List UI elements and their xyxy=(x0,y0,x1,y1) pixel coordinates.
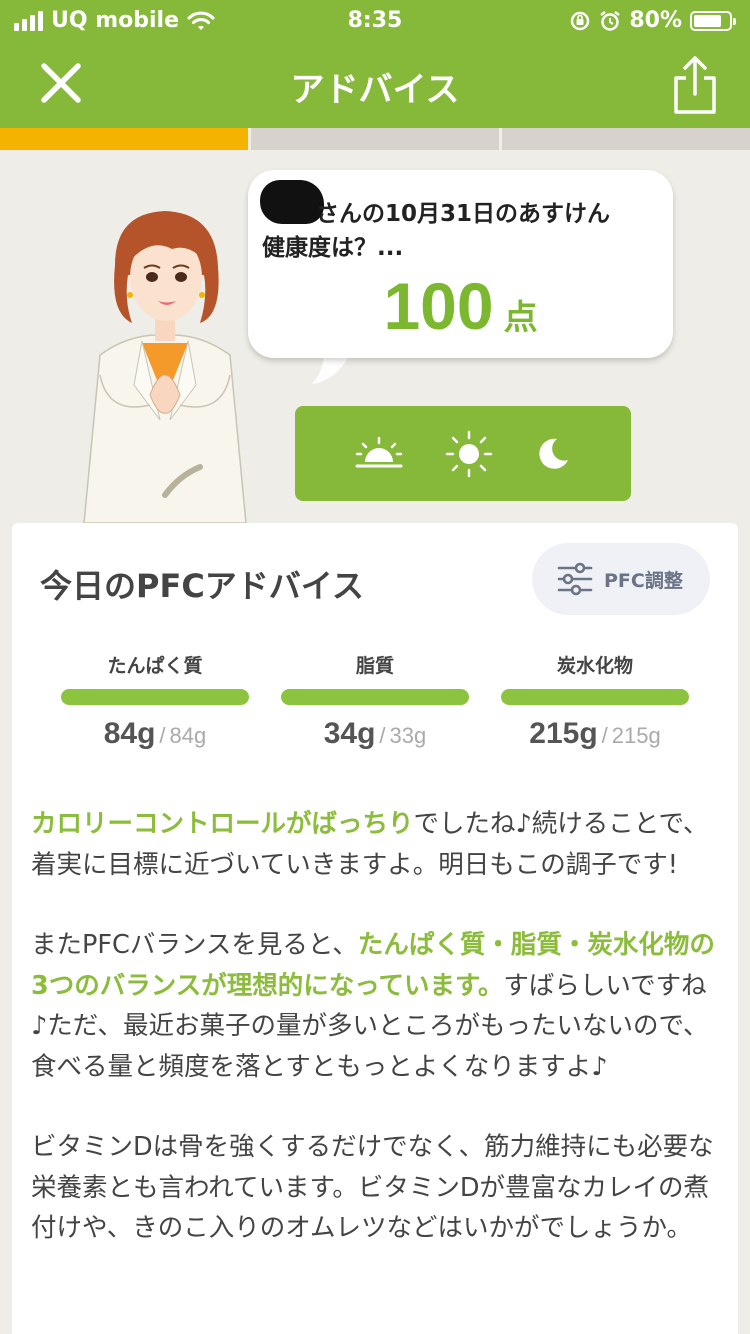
alarm-icon xyxy=(600,10,621,31)
bubble-line-1: さんの10月31日のあすけん xyxy=(316,201,611,227)
nutrient-target: 84g xyxy=(169,723,207,748)
progress-segment xyxy=(0,128,248,150)
nutrient-separator: / xyxy=(159,723,166,748)
advice-text-span: またPFCバランスを見ると、 xyxy=(31,930,358,960)
nutrient-bar-fill xyxy=(61,689,249,705)
nutrient-bar xyxy=(501,689,689,705)
page-title: アドバイス xyxy=(290,70,460,110)
share-icon xyxy=(674,56,716,114)
nutrient-separator: / xyxy=(379,723,386,748)
nutrient-value: 215g xyxy=(529,717,598,750)
status-right: 80% xyxy=(569,8,736,33)
nutrient-values: 34g/33g xyxy=(281,717,469,751)
status-bar: UQ mobile 8:35 80% xyxy=(0,0,750,40)
nutrient-value: 34g xyxy=(323,717,376,750)
battery-percent: 80% xyxy=(629,8,682,33)
advice-paragraph: ビタミンDは骨を強くするだけでなく、筋力維持にも必要な栄養素とも言われています。… xyxy=(31,1132,714,1243)
redacted-name xyxy=(260,180,324,224)
nutrient-label: 脂質 xyxy=(355,655,394,677)
card-title: 今日のPFCアドバイス xyxy=(40,567,364,605)
nutrient-target: 215g xyxy=(611,723,661,748)
rotation-lock-icon xyxy=(571,11,590,30)
advice-paragraph: またPFCバランスを見ると、たんぱく質・脂質・炭水化物の3つのバランスが理想的に… xyxy=(31,925,721,1087)
advisor-illustration xyxy=(83,211,247,523)
step-progress xyxy=(0,128,750,150)
nutrient-carbs: 炭水化物 215g/215g xyxy=(501,651,689,751)
time-of-day-panel xyxy=(295,406,631,501)
nutrient-summary: たんぱく質 84g/84g 脂質 34g/33g 炭水化物 215g/215g xyxy=(12,651,738,761)
battery-level xyxy=(694,14,722,27)
progress-segment xyxy=(502,128,750,150)
score-bubble: さんの10月31日のあすけん 健康度は？... 100 点 xyxy=(248,170,673,358)
advice-text: カロリーコントロールがばっちりでしたね♪続けることで、着実に目標に近づいていきま… xyxy=(31,804,721,1289)
pfc-adjust-label: PFC調整 xyxy=(604,569,683,592)
pfc-advice-card: 今日のPFCアドバイス PFC調整 たんぱく質 84g/84g 脂質 34g/3… xyxy=(12,523,738,1334)
advice-highlight: カロリーコントロールがばっちり xyxy=(31,809,414,839)
battery-icon xyxy=(690,10,736,31)
score-value: 100 xyxy=(383,269,494,343)
pfc-adjust-button[interactable]: PFC調整 xyxy=(532,543,710,615)
nutrient-label: 炭水化物 xyxy=(556,655,633,677)
nutrient-bar-fill xyxy=(281,689,469,705)
nutrient-bar-fill xyxy=(501,689,689,705)
nutrient-label: たんぱく質 xyxy=(107,655,203,677)
bubble-line-2: 健康度は？... xyxy=(262,235,404,261)
nutrient-target: 33g xyxy=(389,723,427,748)
nutrient-values: 215g/215g xyxy=(501,717,689,751)
nutrient-separator: / xyxy=(601,723,608,748)
nav-bar: アドバイス xyxy=(0,40,750,128)
advice-paragraph: カロリーコントロールがばっちりでしたね♪続けることで、着実に目標に近づいていきま… xyxy=(31,804,721,885)
nutrient-protein: たんぱく質 84g/84g xyxy=(61,651,249,751)
progress-segment xyxy=(251,128,499,150)
share-button[interactable] xyxy=(668,54,722,116)
nutrient-bar xyxy=(281,689,469,705)
health-score: 100 点 xyxy=(248,268,673,344)
score-unit: 点 xyxy=(503,298,538,338)
nutrient-fat: 脂質 34g/33g xyxy=(281,651,469,751)
sliders-icon xyxy=(557,562,593,596)
sun-icon[interactable] xyxy=(445,430,493,478)
nutrient-value: 84g xyxy=(103,717,156,750)
nutrient-bar xyxy=(61,689,249,705)
nutrient-values: 84g/84g xyxy=(61,717,249,751)
moon-icon[interactable] xyxy=(535,436,571,472)
sunrise-icon[interactable] xyxy=(355,436,403,472)
